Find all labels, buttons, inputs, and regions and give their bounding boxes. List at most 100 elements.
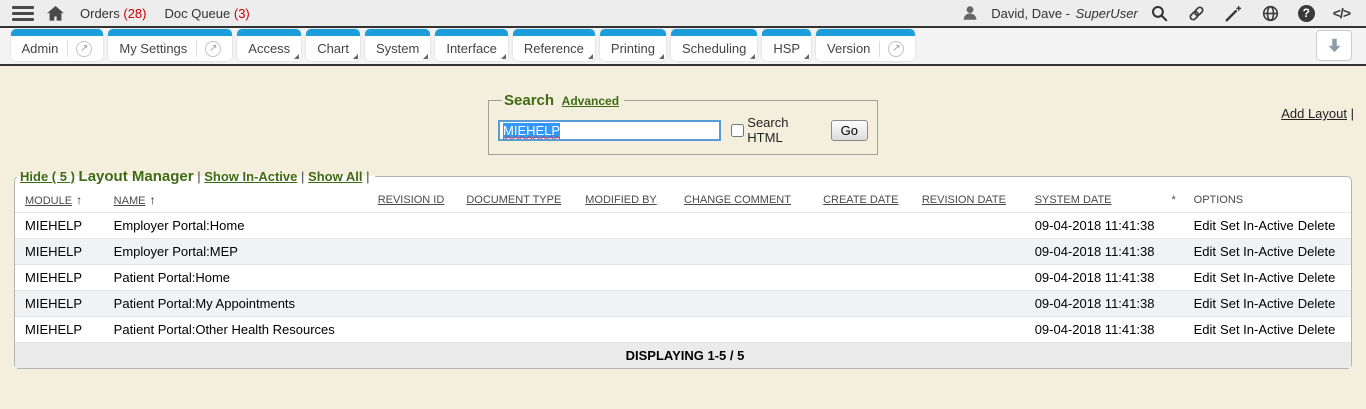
edit-link[interactable]: Edit xyxy=(1194,322,1216,337)
cell-options: Edit Set In-Active Delete xyxy=(1184,239,1351,265)
col-revision-date-link[interactable]: REVISION DATE xyxy=(922,194,1006,206)
tab-chart[interactable]: Chart xyxy=(306,29,360,61)
popout-icon[interactable]: ↗ xyxy=(205,41,221,57)
search-input[interactable]: MIEHELP xyxy=(498,120,721,141)
show-all-link[interactable]: Show All xyxy=(308,169,362,184)
delete-link[interactable]: Delete xyxy=(1298,218,1336,233)
cell-name: Employer Portal:Home xyxy=(104,213,368,239)
col-modified-by-link[interactable]: MODIFIED BY xyxy=(585,194,657,206)
code-icon[interactable]: </> xyxy=(1333,5,1350,21)
table-row: MIEHELP Employer Portal:Home 09-04-2018 … xyxy=(15,213,1351,239)
separator: | xyxy=(366,169,369,184)
edit-link[interactable]: Edit xyxy=(1194,218,1216,233)
link-icon[interactable] xyxy=(1187,4,1206,23)
tab-label: Chart xyxy=(317,41,349,56)
tab-interface[interactable]: Interface xyxy=(435,29,508,61)
col-create-date-link[interactable]: CREATE DATE xyxy=(823,194,898,206)
tab-label: Version xyxy=(827,41,870,56)
orders-link[interactable]: Orders (28) xyxy=(80,6,146,21)
col-module-link[interactable]: MODULE xyxy=(25,195,72,207)
edit-link[interactable]: Edit xyxy=(1194,270,1216,285)
add-layout-row: Add Layout | xyxy=(1281,106,1354,121)
cell-options: Edit Set In-Active Delete xyxy=(1184,265,1351,291)
edit-link[interactable]: Edit xyxy=(1194,244,1216,259)
delete-link[interactable]: Delete xyxy=(1298,296,1336,311)
wand-icon[interactable] xyxy=(1224,4,1243,23)
set-inactive-link[interactable]: Set In-Active xyxy=(1220,270,1294,285)
col-change-comment-link[interactable]: CHANGE COMMENT xyxy=(684,194,791,206)
search-title: Search xyxy=(504,92,554,109)
help-glyph: ? xyxy=(1298,5,1315,22)
col-system-date-link[interactable]: SYSTEM DATE xyxy=(1035,194,1112,206)
tab-label: Scheduling xyxy=(682,41,746,56)
delete-link[interactable]: Delete xyxy=(1298,322,1336,337)
set-inactive-link[interactable]: Set In-Active xyxy=(1220,322,1294,337)
tab-scheduling[interactable]: Scheduling xyxy=(671,29,757,61)
tab-hsp[interactable]: HSP xyxy=(762,29,811,61)
cell-module: MIEHELP xyxy=(15,239,104,265)
pagination-row: DISPLAYING 1-5 / 5 xyxy=(15,343,1351,369)
pagination-status: DISPLAYING 1-5 / 5 xyxy=(15,343,1351,369)
advanced-search-link[interactable]: Advanced xyxy=(562,94,619,108)
content-area: Add Layout | Search Advanced MIEHELP Sea… xyxy=(0,92,1366,409)
delete-link[interactable]: Delete xyxy=(1298,244,1336,259)
col-name-link[interactable]: NAME xyxy=(114,195,146,207)
col-name: NAME↑ xyxy=(104,187,368,213)
cell-name: Patient Portal:My Appointments xyxy=(104,291,368,317)
hide-link[interactable]: Hide ( 5 ) xyxy=(20,169,75,184)
col-modified-by: MODIFIED BY xyxy=(575,187,674,213)
collapse-tabs-button[interactable] xyxy=(1316,30,1352,61)
col-document-type-link[interactable]: DOCUMENT TYPE xyxy=(466,194,561,206)
go-button[interactable]: Go xyxy=(831,120,868,141)
tab-admin[interactable]: Admin ↗ xyxy=(11,29,104,61)
tab-label: Interface xyxy=(446,41,497,56)
tab-access[interactable]: Access xyxy=(237,29,301,61)
cell-options: Edit Set In-Active Delete xyxy=(1184,317,1351,343)
search-html-label: Search HTML xyxy=(747,115,821,145)
chevron-down-icon xyxy=(804,54,809,59)
set-inactive-link[interactable]: Set In-Active xyxy=(1220,218,1294,233)
col-revision-id-link[interactable]: REVISION ID xyxy=(378,194,445,206)
tab-reference[interactable]: Reference xyxy=(513,29,595,61)
tab-version[interactable]: Version ↗ xyxy=(816,29,915,61)
search-html-checkbox[interactable] xyxy=(731,124,744,137)
user-role: SuperUser xyxy=(1076,6,1138,21)
add-layout-link[interactable]: Add Layout xyxy=(1281,106,1347,121)
search-icon[interactable] xyxy=(1150,4,1169,23)
chevron-down-icon xyxy=(750,54,755,59)
chevron-down-icon xyxy=(353,54,358,59)
search-panel: Search Advanced MIEHELP Search HTML Go xyxy=(488,92,878,155)
delete-link[interactable]: Delete xyxy=(1298,270,1336,285)
cell-name: Patient Portal:Other Health Resources xyxy=(104,317,368,343)
globe-icon[interactable] xyxy=(1261,4,1280,23)
layout-table: MODULE↑ NAME↑ REVISION ID DOCUMENT TYPE … xyxy=(15,187,1351,368)
tab-system[interactable]: System xyxy=(365,29,430,61)
tab-printing[interactable]: Printing xyxy=(600,29,666,61)
layout-manager-panel: Hide ( 5 ) Layout Manager | Show In-Acti… xyxy=(14,168,1352,369)
cell-name: Employer Portal:MEP xyxy=(104,239,368,265)
popout-icon[interactable]: ↗ xyxy=(888,41,904,57)
col-create-date: CREATE DATE xyxy=(813,187,912,213)
doc-queue-link[interactable]: Doc Queue (3) xyxy=(164,6,249,21)
separator: | xyxy=(197,169,200,184)
hamburger-menu-icon[interactable] xyxy=(12,3,34,24)
separator: | xyxy=(301,169,304,184)
cell-options: Edit Set In-Active Delete xyxy=(1184,213,1351,239)
set-inactive-link[interactable]: Set In-Active xyxy=(1220,244,1294,259)
set-inactive-link[interactable]: Set In-Active xyxy=(1220,296,1294,311)
show-inactive-link[interactable]: Show In-Active xyxy=(204,169,297,184)
cell-system-date: 09-04-2018 11:41:38 xyxy=(1025,291,1162,317)
home-icon[interactable] xyxy=(46,4,65,23)
tab-bar: Admin ↗ My Settings ↗ Access Chart Syste… xyxy=(0,28,1366,66)
col-system-date: SYSTEM DATE xyxy=(1025,187,1162,213)
popout-icon[interactable]: ↗ xyxy=(76,41,92,57)
user-menu[interactable]: David, Dave - SuperUser xyxy=(991,6,1138,21)
doc-queue-count: (3) xyxy=(234,6,250,21)
edit-link[interactable]: Edit xyxy=(1194,296,1216,311)
cell-system-date: 09-04-2018 11:41:38 xyxy=(1025,317,1162,343)
help-icon[interactable]: ? xyxy=(1298,5,1315,22)
tab-label: Access xyxy=(248,41,290,56)
tab-my-settings[interactable]: My Settings ↗ xyxy=(108,29,232,61)
tab-label: My Settings xyxy=(119,41,187,56)
sort-asc-icon: ↑ xyxy=(149,193,155,207)
